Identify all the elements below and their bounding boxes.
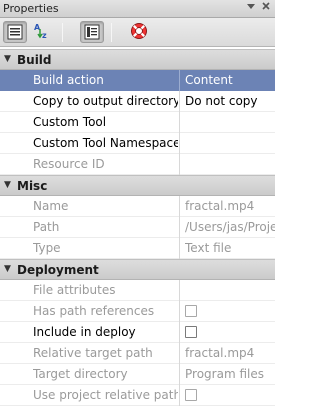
help-lifebuoy-icon [131,23,147,39]
column-divider [179,364,180,385]
property-name: Has path references [33,304,155,318]
section-name: Build [17,53,52,67]
dock-arrow-icon[interactable] [244,1,258,15]
column-divider [179,280,180,301]
property-row-file-attributes: File attributes [0,280,275,301]
property-value: fractal.mp4 [185,346,255,360]
property-pages-button[interactable] [80,21,104,43]
collapse-arrow-icon[interactable]: ▼ [4,264,11,274]
column-divider [179,112,180,133]
property-row-path: Path /Users/jas/Proje [0,217,275,238]
property-value: Program files [185,367,264,381]
property-row-target-directory: Target directory Program files [0,364,275,385]
property-row-resource-id: Resource ID [0,154,275,175]
properties-toolbar: A z [0,18,275,47]
section-header-deployment[interactable]: ▼ Deployment [0,259,275,280]
column-divider [179,343,180,364]
section-header-build[interactable]: ▼ Build [0,49,275,70]
collapse-arrow-icon[interactable]: ▼ [4,180,11,190]
use-project-relative-path-checkbox [185,389,197,401]
column-divider [179,238,180,259]
property-value[interactable]: Content [185,73,275,87]
sort-alphabetical-icon: A z [34,23,47,40]
property-name: Relative target path [33,346,153,360]
help-button[interactable] [128,21,152,43]
column-divider [179,217,180,238]
section-name: Misc [17,179,48,193]
property-name: Build action [33,73,104,87]
property-row-has-path-references: Has path references [0,301,275,322]
section-name: Deployment [17,263,99,277]
close-icon[interactable] [259,1,273,15]
property-row-relative-target-path: Relative target path fractal.mp4 [0,343,275,364]
property-name: Include in deploy [33,325,136,339]
property-name: Resource ID [33,157,105,171]
column-divider [179,154,180,175]
property-name: Custom Tool Namespace [33,136,178,150]
property-name: Use project relative path [33,388,178,402]
property-name: Type [33,241,61,255]
property-name: File attributes [33,283,116,297]
section-header-misc[interactable]: ▼ Misc [0,175,275,196]
property-row-include-in-deploy[interactable]: Include in deploy [0,322,275,343]
property-row-custom-tool-namespace[interactable]: Custom Tool Namespace [0,133,275,154]
categorized-view-icon [7,24,23,40]
property-row-custom-tool[interactable]: Custom Tool [0,112,275,133]
column-divider [179,385,180,406]
property-name: Path [33,220,60,234]
property-name: Custom Tool [33,115,107,129]
include-in-deploy-checkbox[interactable] [185,326,197,338]
property-row-use-project-relative-path: Use project relative path [0,385,275,406]
property-name: Target directory [33,367,128,381]
column-divider [179,70,180,91]
property-pages-icon [84,24,100,40]
column-divider [179,196,180,217]
property-name: Copy to output directory [33,94,178,108]
collapse-arrow-icon[interactable]: ▼ [4,54,11,64]
panel-title: Properties [3,2,59,15]
property-row-name: Name fractal.mp4 [0,196,275,217]
has-path-references-checkbox [185,305,197,317]
property-row-build-action[interactable]: Build action Content [0,70,275,91]
property-row-type: Type Text file [0,238,275,259]
column-divider [179,133,180,154]
property-row-copy-to-output[interactable]: Copy to output directory Do not copy [0,91,275,112]
svg-text:z: z [42,31,47,40]
property-value: /Users/jas/Proje [185,220,275,234]
column-divider [179,91,180,112]
property-value[interactable]: Do not copy [185,94,275,108]
properties-titlebar: Properties [0,0,275,18]
toolbar-separator [111,23,112,42]
sort-alphabetical-button[interactable]: A z [31,21,55,43]
toolbar-separator [62,23,63,42]
property-name: Name [33,199,69,213]
column-divider [179,301,180,322]
property-value: Text file [185,241,232,255]
column-divider [179,322,180,343]
property-value: fractal.mp4 [185,199,255,213]
categorized-view-button[interactable] [3,21,27,43]
